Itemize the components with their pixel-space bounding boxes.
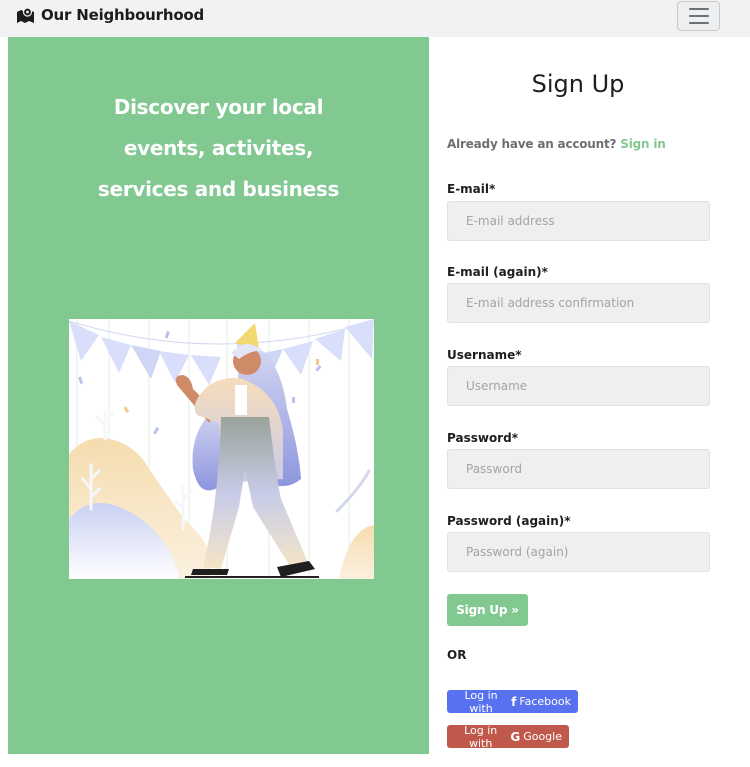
- map-pin-icon: [17, 6, 34, 23]
- hero-heading: Discover your local events, activites, s…: [8, 87, 429, 210]
- hero-line: events, activites,: [123, 136, 314, 160]
- facebook-icon: f: [511, 694, 517, 709]
- google-login-button[interactable]: Log in with G Google: [447, 723, 569, 750]
- page-title: Sign Up: [531, 70, 625, 98]
- brand[interactable]: Our Neighbourhood: [16, 6, 204, 24]
- party-celebration-illustration: [69, 319, 374, 579]
- email-confirm-field[interactable]: [447, 283, 710, 323]
- username-label: Username*: [447, 348, 522, 362]
- password-field[interactable]: [447, 449, 710, 489]
- hamburger-menu-icon: [688, 8, 709, 10]
- google-icon: G: [510, 729, 521, 744]
- navbar-toggler-button[interactable]: [677, 1, 720, 31]
- email-field[interactable]: [447, 201, 710, 241]
- password-confirm-label: Password (again)*: [447, 514, 571, 528]
- facebook-login-prefix: Log in with: [464, 688, 498, 715]
- facebook-login-name: Facebook: [519, 695, 571, 708]
- hero-panel: Discover your local events, activites, s…: [8, 37, 429, 754]
- have-account-label: Already have an account?: [447, 137, 617, 151]
- or-divider: OR: [447, 648, 467, 662]
- username-field[interactable]: [447, 366, 710, 406]
- google-login-prefix: Log in with: [464, 723, 498, 750]
- facebook-login-button[interactable]: Log in with f Facebook: [447, 688, 578, 715]
- email-label: E-mail*: [447, 182, 496, 196]
- have-account-text: Already have an account? Sign in: [447, 137, 666, 151]
- password-label: Password*: [447, 431, 518, 445]
- navbar: Our Neighbourhood: [0, 0, 750, 37]
- password-confirm-field[interactable]: [447, 532, 710, 572]
- sign-in-link[interactable]: Sign in: [620, 137, 666, 151]
- google-login-name: Google: [523, 730, 562, 743]
- hero-line: Discover your local: [113, 95, 324, 119]
- email-confirm-label: E-mail (again)*: [447, 265, 548, 279]
- brand-name: Our Neighbourhood: [41, 6, 205, 24]
- sign-up-button[interactable]: Sign Up »: [447, 594, 528, 626]
- hero-line: services and business: [97, 177, 340, 201]
